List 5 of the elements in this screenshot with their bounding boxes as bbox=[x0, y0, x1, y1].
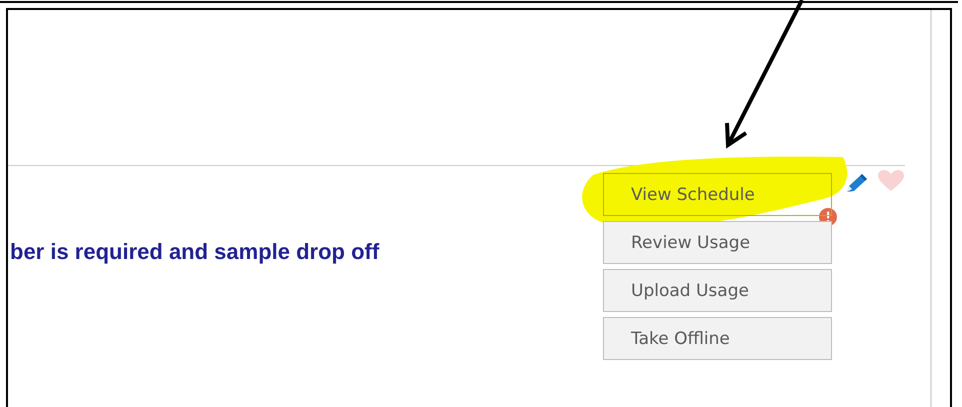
action-button[interactable]: Review Usage bbox=[603, 221, 832, 264]
action-button[interactable]: Take Offline bbox=[603, 317, 832, 360]
notice-text: ber is required and sample drop off bbox=[9, 238, 380, 266]
action-button[interactable]: Upload Usage bbox=[603, 269, 832, 312]
action-button[interactable]: View Schedule bbox=[603, 173, 832, 216]
